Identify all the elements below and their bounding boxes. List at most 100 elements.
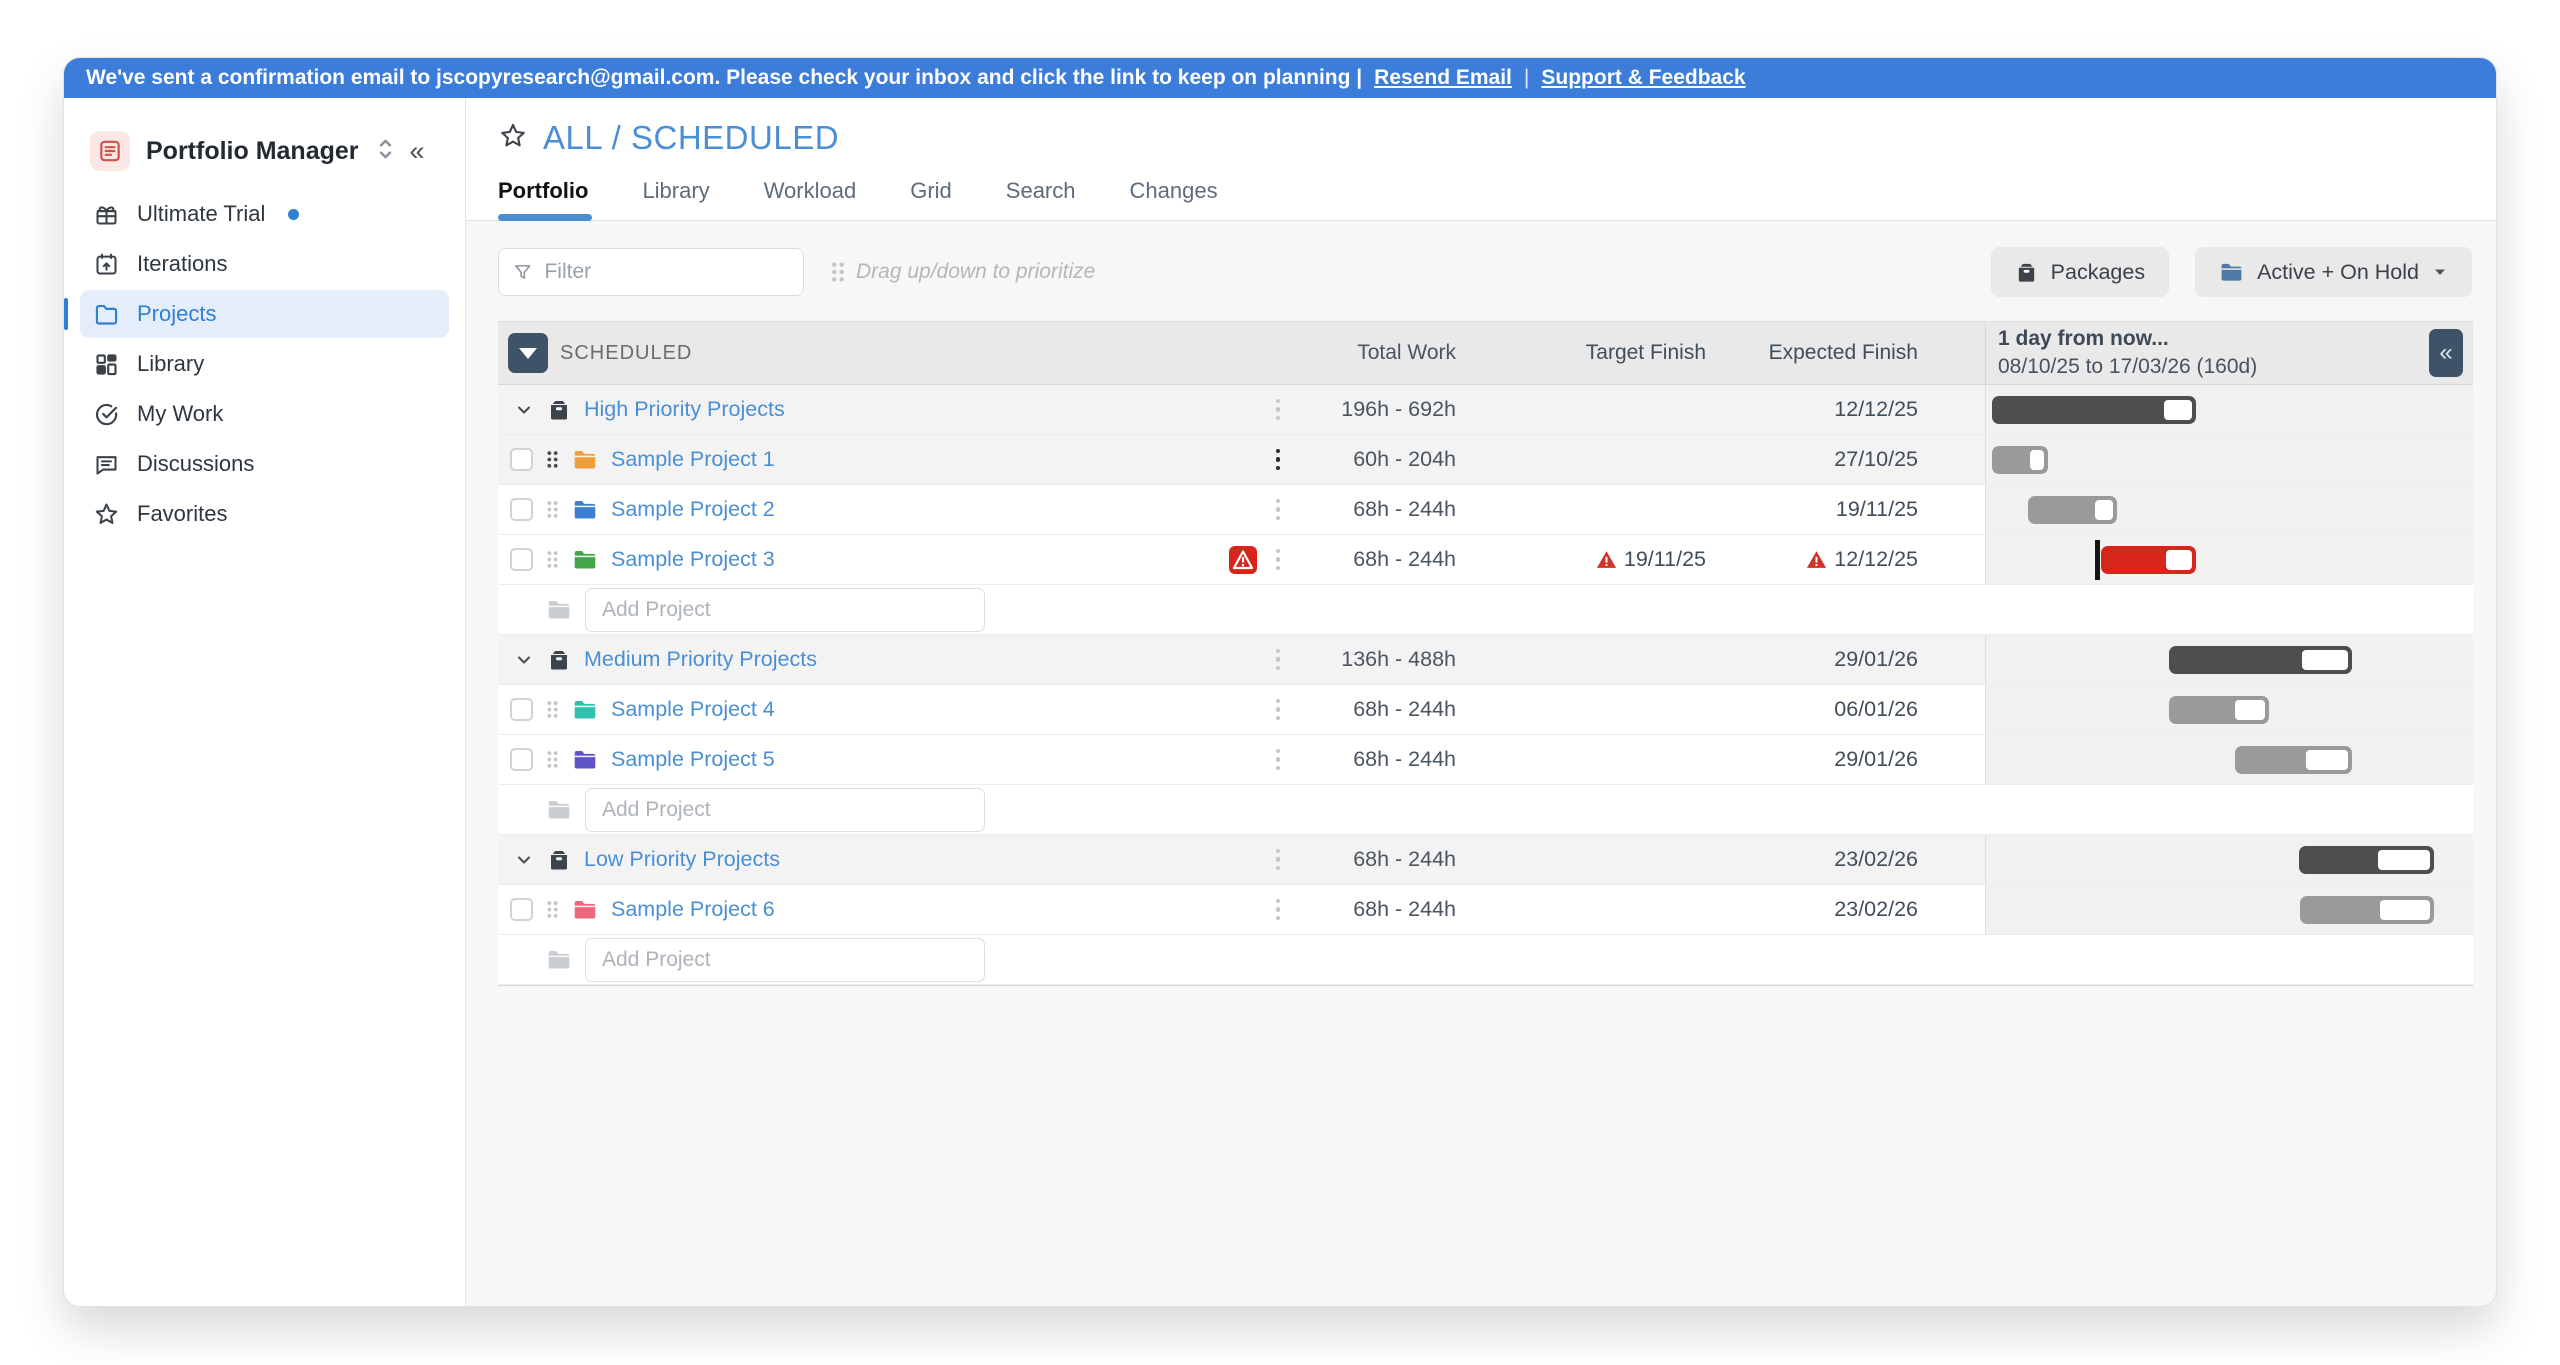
group-name-link[interactable]: Medium Priority Projects: [584, 647, 817, 672]
column-header-target-finish[interactable]: Target Finish: [1462, 341, 1706, 365]
group-name-link[interactable]: Low Priority Projects: [584, 847, 780, 872]
timeline-cell: [1985, 635, 2473, 684]
warning-icon: [1596, 549, 1617, 570]
row-menu-kebab-icon[interactable]: [1258, 485, 1298, 534]
sidebar-item-projects[interactable]: Projects: [80, 290, 449, 338]
row-menu-kebab-icon[interactable]: [1258, 385, 1298, 434]
group-chevron-icon[interactable]: [514, 850, 534, 870]
expected-finish-value: 23/02/26: [1706, 885, 1918, 934]
drag-grip-icon[interactable]: [546, 450, 559, 469]
project-name-link[interactable]: Sample Project 4: [611, 697, 775, 722]
target-finish-value: [1462, 585, 1706, 634]
workspace-switcher-icon[interactable]: [377, 136, 394, 167]
add-project-input[interactable]: [585, 938, 985, 982]
group-chevron-icon[interactable]: [514, 400, 534, 420]
tab-grid[interactable]: Grid: [910, 174, 952, 220]
sidebar-collapse-icon[interactable]: «: [410, 136, 425, 167]
row-checkbox[interactable]: [510, 698, 533, 721]
schedule-bar[interactable]: [2300, 896, 2434, 924]
row-checkbox[interactable]: [510, 498, 533, 521]
drag-grip-icon[interactable]: [546, 500, 559, 519]
drag-grip-icon[interactable]: [546, 700, 559, 719]
sidebar-item-iterations[interactable]: Iterations: [80, 240, 449, 288]
collapse-group-button[interactable]: [508, 333, 548, 373]
schedule-bar[interactable]: [2028, 496, 2117, 524]
column-header-expected-finish[interactable]: Expected Finish: [1706, 341, 1918, 365]
projects-folder-icon: [92, 301, 120, 328]
sidebar-item-favorites[interactable]: Favorites: [80, 490, 449, 538]
schedule-bar[interactable]: [2299, 846, 2434, 874]
scope-filter-button[interactable]: Active + On Hold: [2195, 247, 2472, 297]
group-chevron-icon[interactable]: [514, 650, 534, 670]
schedule-bar[interactable]: [1992, 446, 2048, 474]
project-name-link[interactable]: Sample Project 1: [611, 447, 775, 472]
banner-separator: |: [1524, 66, 1529, 90]
project-name-link[interactable]: Sample Project 6: [611, 897, 775, 922]
schedule-bar[interactable]: [2169, 646, 2352, 674]
workspace-logo-icon: [90, 131, 130, 171]
sidebar-item-my-work[interactable]: My Work: [80, 390, 449, 438]
schedule-bar-handle[interactable]: [2302, 650, 2348, 670]
resend-email-link[interactable]: Resend Email: [1374, 66, 1512, 90]
tab-workload[interactable]: Workload: [764, 174, 857, 220]
total-work-value: 68h - 244h: [1298, 535, 1462, 584]
timeline-cell: [1985, 935, 2473, 984]
sidebar-item-label: Favorites: [137, 501, 227, 527]
drag-grip-icon[interactable]: [546, 550, 559, 569]
sidebar-item-library[interactable]: Library: [80, 340, 449, 388]
add-project-input[interactable]: [585, 788, 985, 832]
project-name-link[interactable]: Sample Project 2: [611, 497, 775, 522]
row-checkbox[interactable]: [510, 548, 533, 571]
schedule-bar[interactable]: [2235, 746, 2353, 774]
row-menu-kebab-icon[interactable]: [1258, 435, 1298, 484]
project-name-link[interactable]: Sample Project 3: [611, 547, 775, 572]
add-project-input[interactable]: [585, 588, 985, 632]
row-menu-kebab-icon[interactable]: [1258, 635, 1298, 684]
schedule-bar-handle[interactable]: [2166, 550, 2192, 570]
schedule-bar[interactable]: [2101, 546, 2196, 574]
tab-search[interactable]: Search: [1006, 174, 1076, 220]
row-checkbox[interactable]: [510, 748, 533, 771]
sidebar-item-discussions[interactable]: Discussions: [80, 440, 449, 488]
row-menu-kebab-icon[interactable]: [1258, 885, 1298, 934]
row-checkbox[interactable]: [510, 898, 533, 921]
column-header-total-work[interactable]: Total Work: [1298, 341, 1462, 365]
group-toggle-label[interactable]: SCHEDULED: [560, 342, 692, 365]
schedule-bar-handle[interactable]: [2095, 500, 2113, 520]
row-menu-kebab-icon[interactable]: [1258, 535, 1298, 584]
tab-library[interactable]: Library: [642, 174, 709, 220]
schedule-bar-handle[interactable]: [2030, 450, 2044, 470]
tab-changes[interactable]: Changes: [1130, 174, 1218, 220]
collapse-timeline-button[interactable]: «: [2429, 329, 2463, 377]
expected-finish-value: 19/11/25: [1706, 485, 1918, 534]
breadcrumb[interactable]: ALL / SCHEDULED: [543, 119, 839, 157]
row-checkbox[interactable]: [510, 448, 533, 471]
expected-finish-value: [1706, 585, 1918, 634]
project-name-link[interactable]: Sample Project 5: [611, 747, 775, 772]
group-name-link[interactable]: High Priority Projects: [584, 397, 785, 422]
schedule-bar-handle[interactable]: [2235, 700, 2265, 720]
schedule-bar[interactable]: [1992, 396, 2196, 424]
filter-field[interactable]: [498, 248, 804, 296]
trial-gift-icon: [92, 201, 120, 228]
row-menu-kebab-icon[interactable]: [1258, 685, 1298, 734]
schedule-bar-handle[interactable]: [2306, 750, 2348, 770]
risk-alert-badge-icon[interactable]: [1228, 545, 1258, 575]
favorite-star-icon[interactable]: [498, 121, 528, 156]
schedule-bar-handle[interactable]: [2378, 850, 2430, 870]
sidebar-item-ultimate-trial[interactable]: Ultimate Trial: [80, 190, 449, 238]
schedule-bar[interactable]: [2169, 696, 2269, 724]
schedule-bar-handle[interactable]: [2164, 400, 2192, 420]
support-feedback-link[interactable]: Support & Feedback: [1541, 66, 1745, 90]
package-icon: [547, 848, 571, 872]
row-menu-kebab-icon[interactable]: [1258, 835, 1298, 884]
timeline-cell: [1985, 435, 2473, 484]
drag-grip-icon[interactable]: [546, 750, 559, 769]
schedule-bar-handle[interactable]: [2380, 900, 2430, 920]
row-menu-kebab-icon[interactable]: [1258, 735, 1298, 784]
drag-grip-icon[interactable]: [546, 900, 559, 919]
filter-input[interactable]: [544, 260, 789, 284]
sidebar-item-label: Library: [137, 351, 204, 377]
tab-portfolio[interactable]: Portfolio: [498, 174, 588, 220]
packages-button[interactable]: Packages: [1991, 247, 2169, 297]
